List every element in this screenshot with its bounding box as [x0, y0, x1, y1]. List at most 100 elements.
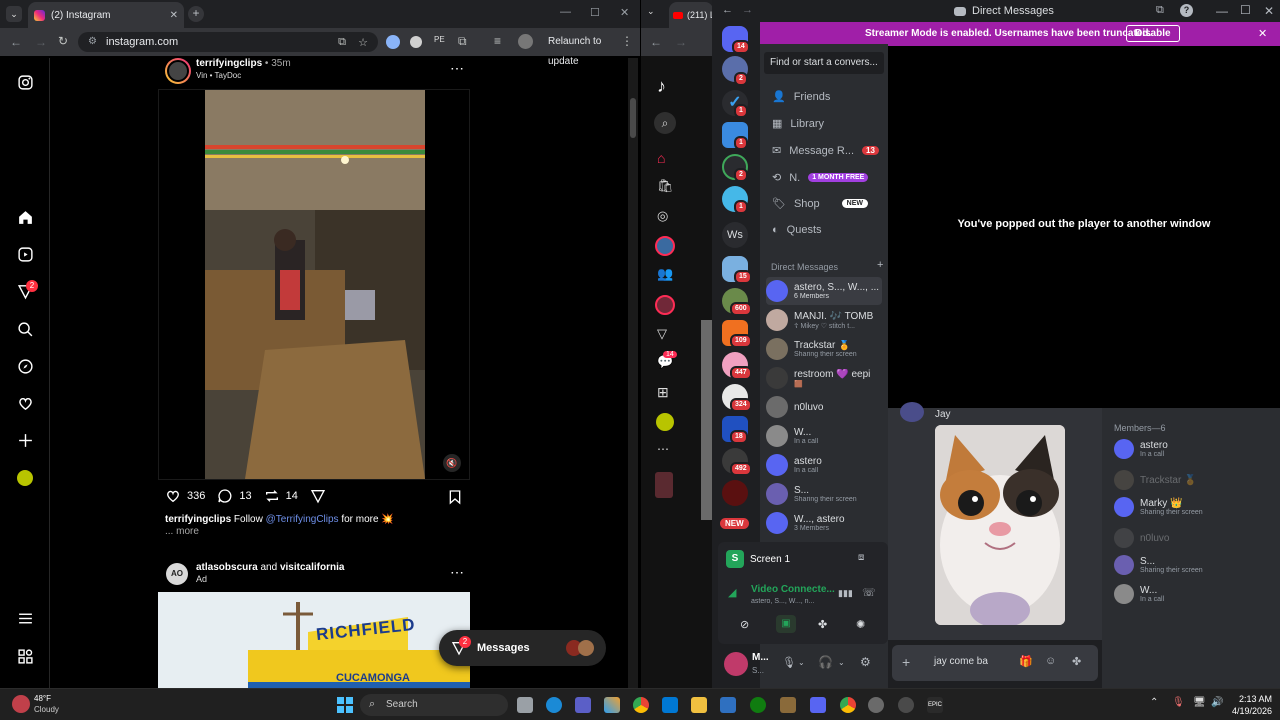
post2-image[interactable]: RICHFIELD CUCAMONGA [158, 592, 470, 688]
back-icon[interactable]: ← [722, 4, 733, 16]
audio-options-icon[interactable]: ⌄ [838, 658, 845, 667]
minimize-icon[interactable]: — [560, 6, 571, 18]
member-item[interactable]: S... Sharing their screen [1114, 555, 1203, 575]
forward-icon[interactable]: → [675, 35, 687, 49]
tiktok-logo-icon[interactable]: ♪ [657, 76, 666, 97]
extension-icon[interactable] [386, 35, 400, 49]
site-info-icon[interactable]: ⚙ [88, 36, 97, 47]
create-dm-icon[interactable]: + [877, 259, 883, 271]
chrome-2-icon[interactable] [840, 697, 856, 713]
post2-options-icon[interactable]: ⋯ [450, 564, 464, 581]
messages-pill[interactable]: 2 Messages [439, 630, 606, 666]
back-icon[interactable]: ← [650, 35, 662, 49]
nav-quests[interactable]: ◐ Quests [772, 224, 822, 236]
notifications-heart-icon[interactable] [17, 395, 34, 412]
bookmark-star-icon[interactable]: ☆ [358, 36, 368, 49]
dm-item[interactable]: S... Sharing their screen [766, 480, 882, 508]
member-item[interactable]: Marky 👑 Sharing their screen [1114, 497, 1203, 517]
tiktok-upload-icon[interactable]: ⊞ [657, 384, 669, 401]
member-item[interactable]: astero In a call [1114, 439, 1168, 459]
help-icon[interactable]: ? [1180, 4, 1193, 17]
dm-item[interactable]: W..., astero 3 Members [766, 509, 882, 537]
new-servers-badge[interactable]: NEW [720, 518, 749, 529]
extension-pe-icon[interactable]: PE [434, 35, 445, 44]
nav-shop[interactable]: 🏷 Shop NEW [772, 197, 869, 210]
microphone-icon[interactable]: 🎙 [782, 656, 796, 669]
store-icon[interactable] [662, 697, 678, 713]
mic-tray-icon[interactable]: 🎙 [1172, 697, 1185, 708]
banner-close-icon[interactable]: ✕ [1258, 27, 1267, 40]
dm-item[interactable]: astero, S..., W..., ... 6 Members [766, 277, 882, 305]
user-avatar[interactable] [724, 652, 748, 676]
server-icon[interactable] [722, 480, 748, 506]
comment-icon[interactable] [217, 488, 233, 504]
attach-plus-icon[interactable]: + [902, 654, 910, 670]
forward-icon[interactable]: → [742, 4, 753, 16]
more-menu-icon[interactable] [17, 610, 34, 627]
dm-item[interactable]: astero In a call [766, 451, 882, 479]
tiktok-explore-icon[interactable]: ◎ [657, 208, 668, 224]
tiktok-home-icon[interactable]: ⌂ [657, 150, 665, 166]
tiktok-following-icon[interactable]: 👥 [657, 266, 673, 282]
xbox-icon[interactable] [750, 697, 766, 713]
teams-icon[interactable] [575, 697, 591, 713]
address-bar[interactable]: ⚙ instagram.com ⧉ ☆ [78, 32, 378, 52]
back-icon[interactable]: ← [10, 35, 22, 49]
file-explorer-icon[interactable] [691, 697, 707, 713]
dm-item[interactable]: MANJI. 🎶 TOMB ☦ Mikey ♡ stitch t... [766, 306, 882, 334]
dm-item[interactable]: n0luvo [766, 393, 882, 421]
copilot-icon[interactable] [604, 697, 620, 713]
nav-friends[interactable]: 👤 Friends [772, 90, 830, 104]
nav-nitro[interactable]: ⟲ N. 1 MONTH FREE [772, 171, 869, 184]
tab-instagram[interactable]: (2) Instagram ✕ [28, 2, 184, 28]
app-icon[interactable] [780, 697, 796, 713]
disconnect-icon[interactable]: ☏ [862, 586, 876, 599]
instagram-logo-icon[interactable] [17, 74, 34, 91]
chat-author-avatar[interactable] [900, 402, 924, 422]
share-icon[interactable] [310, 488, 326, 504]
server-ws-icon[interactable]: Ws [722, 222, 748, 248]
popout-icon[interactable]: ⧈ [858, 552, 864, 563]
mute-icon[interactable]: 🔇 [443, 454, 461, 472]
weather-icon[interactable] [12, 695, 30, 713]
app-active-icon[interactable] [898, 697, 914, 713]
new-tab-icon[interactable]: + [188, 6, 204, 22]
install-icon[interactable]: ⧉ [338, 36, 346, 49]
extension-cloud-icon[interactable] [410, 36, 422, 48]
maximize-icon[interactable]: ☐ [1240, 3, 1251, 17]
chat-author[interactable]: Jay [935, 409, 951, 420]
chrome-icon[interactable] [633, 697, 649, 713]
tiktok-live-avatar[interactable] [655, 236, 675, 256]
tiktok-friend-avatar[interactable] [655, 295, 675, 315]
post2-author-avatar[interactable]: AO [166, 563, 188, 585]
reload-icon[interactable]: ↻ [58, 34, 68, 48]
close-window-icon[interactable]: ✕ [620, 6, 629, 19]
soundboard-icon[interactable]: ✺ [856, 618, 865, 631]
extensions-puzzle-icon[interactable]: ⧉ [458, 34, 467, 49]
post-options-icon[interactable]: ⋯ [450, 60, 464, 77]
also-from-meta-icon[interactable] [17, 648, 34, 665]
create-plus-icon[interactable] [17, 432, 34, 449]
like-heart-icon[interactable] [165, 488, 181, 504]
forward-icon[interactable]: → [35, 35, 47, 49]
taskbar-search[interactable]: ⌕ Search [360, 694, 508, 716]
reading-list-icon[interactable]: ≡ [494, 34, 501, 48]
settings-icon[interactable] [868, 697, 884, 713]
share-screen-active-icon[interactable]: ▣ [776, 615, 796, 633]
discord-taskbar-icon[interactable] [810, 697, 826, 713]
weather-temp[interactable]: 48°F [34, 694, 51, 703]
tab-search-icon[interactable]: ⌄ [6, 6, 22, 22]
tiktok-search-icon[interactable]: ⌕ [654, 112, 676, 134]
reels-icon[interactable] [17, 246, 34, 263]
network-icon[interactable]: 🖥 [1193, 697, 1206, 708]
epic-games-icon[interactable]: EPIC [927, 697, 943, 713]
task-view-icon[interactable] [517, 697, 533, 713]
post-author[interactable]: terrifyingclips [196, 58, 262, 69]
profile-avatar[interactable] [518, 34, 533, 49]
tiktok-more-icon[interactable]: ⋯ [657, 442, 669, 456]
post-audio[interactable]: Vin • TayDoc [196, 71, 241, 80]
nav-library[interactable]: ▦ Library [772, 117, 824, 131]
dm-item[interactable]: Trackstar 🏅 Sharing their screen [766, 335, 882, 363]
close-window-icon[interactable]: ✕ [1264, 4, 1274, 18]
save-bookmark-icon[interactable] [447, 489, 463, 505]
